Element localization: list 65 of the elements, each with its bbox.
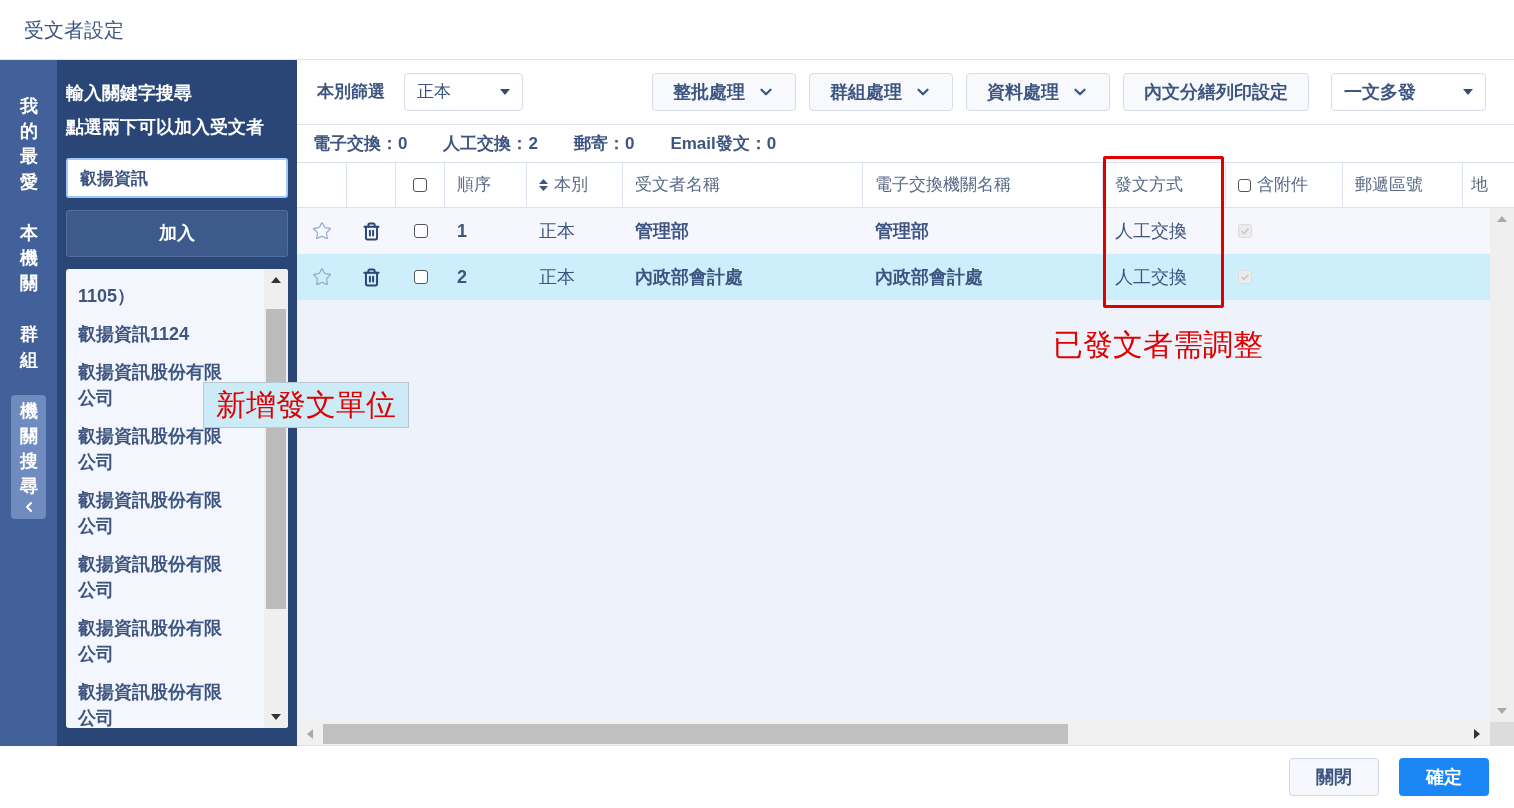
column-header[interactable]: 發文方式 [1103, 163, 1226, 207]
caret-icon [500, 89, 510, 95]
hint-text: 輸入關鍵字搜尋 [66, 82, 193, 105]
column-header[interactable]: 郵遞區號 [1343, 163, 1463, 207]
checkbox[interactable] [413, 224, 428, 238]
window-title: 受文者設定 [24, 17, 124, 43]
result-item[interactable]: 1105） [78, 283, 228, 309]
checkbox[interactable] [1238, 178, 1251, 192]
table-row[interactable]: 1 正本 管理部 管理部 人工交換 [297, 208, 1490, 254]
checkbox[interactable] [413, 178, 427, 192]
arrow-right-icon[interactable] [1474, 728, 1480, 739]
search-field[interactable]: 叡揚資訊 [66, 158, 288, 198]
count-text: Email發文：0 [670, 132, 777, 155]
toolbar-button[interactable]: 資料處理 [966, 73, 1110, 111]
toolbar-button[interactable]: 群組處理 [809, 73, 953, 111]
table-cell-text: 內政部會計處 [634, 265, 744, 289]
table-cell-text: 正本 [538, 265, 576, 289]
toolbar-button[interactable]: 內文分繕列印設定 [1123, 73, 1309, 111]
annotation-tooltip: 新增發文單位 [203, 382, 409, 428]
result-item[interactable]: 叡揚資訊股份有限公司 [78, 487, 228, 539]
count-text: 人工交換：2 [443, 132, 538, 155]
table-row[interactable]: 2 正本 內政部會計處 內政部會計處 人工交換 [297, 254, 1490, 300]
scrollbar-corner [1490, 721, 1514, 746]
trash-icon[interactable] [362, 221, 381, 241]
add-button[interactable]: 加入 [66, 210, 288, 257]
hint-text: 點選兩下可以加入受文者 [66, 116, 265, 139]
result-item[interactable]: 叡揚資訊股份有限公司 [78, 551, 228, 603]
table-cell-text: 2 [456, 265, 468, 289]
sort-icon [539, 179, 548, 191]
close-button[interactable]: 關閉 [1289, 758, 1379, 796]
scrollbar[interactable] [297, 722, 1514, 746]
table-cell-text: 正本 [538, 219, 576, 243]
count-text: 郵寄：0 [573, 132, 635, 155]
result-item[interactable]: 叡揚資訊股份有限公司 [78, 615, 228, 667]
table-cell-text: 內政部會計處 [874, 265, 984, 289]
table-cell-text: 1 [456, 219, 468, 243]
rail-tab[interactable]: 我的最愛 [11, 90, 46, 199]
rail-tab[interactable]: 本機關 [11, 216, 46, 301]
table-cell-text: 人工交換 [1114, 265, 1188, 289]
mode-select[interactable]: 一文多發 [1331, 73, 1486, 111]
confirm-button[interactable]: 確定 [1399, 758, 1489, 796]
filter-label: 本別篩選 [317, 81, 385, 104]
count-text: 電子交換：0 [313, 132, 408, 155]
column-header[interactable]: 受文者名稱 [623, 163, 863, 207]
column-header[interactable]: 地 [1463, 163, 1490, 207]
toolbar-button[interactable]: 整批處理 [652, 73, 796, 111]
star-icon[interactable] [312, 267, 332, 287]
arrow-up-icon[interactable] [271, 277, 281, 283]
column-header[interactable]: 順序 [445, 163, 527, 207]
caret-icon [1463, 89, 1473, 95]
column-header[interactable]: 電子交換機關名稱 [863, 163, 1103, 207]
rail-tab[interactable]: 群組 [11, 318, 46, 377]
table-cell-text: 人工交換 [1114, 219, 1188, 243]
table-cell-text: 管理部 [634, 219, 690, 243]
arrow-down-icon[interactable] [271, 714, 281, 720]
column-header[interactable]: 本別 [527, 163, 623, 207]
checkbox[interactable] [413, 270, 428, 284]
table-cell-text: 管理部 [874, 219, 930, 243]
trash-icon[interactable] [362, 267, 381, 287]
annotation-label: 已發文者需調整 [1053, 327, 1263, 363]
star-icon[interactable] [312, 221, 332, 241]
result-item[interactable]: 叡揚資訊股份有限公司 [78, 679, 228, 728]
column-header[interactable]: 含附件 [1226, 163, 1343, 207]
result-item[interactable]: 叡揚資訊1124 [78, 321, 228, 347]
filter-select[interactable]: 正本 [404, 73, 523, 111]
